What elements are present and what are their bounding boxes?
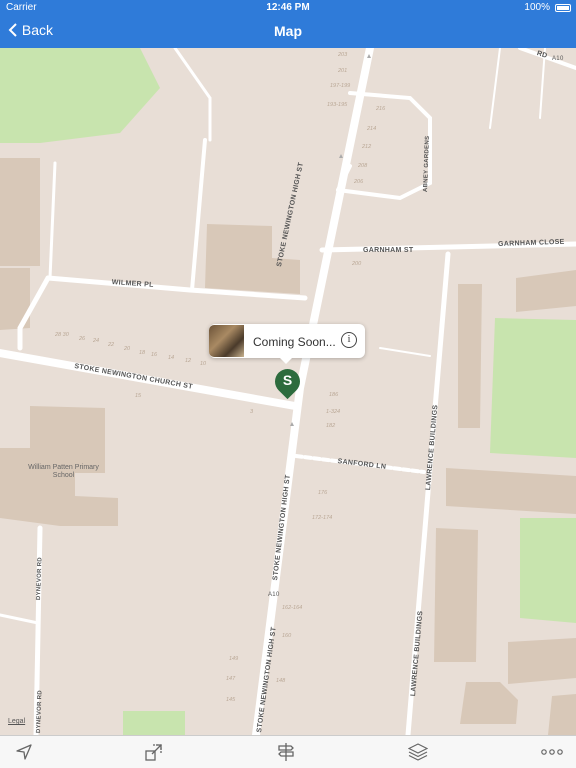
house-number: 172-174 xyxy=(312,515,333,521)
house-number: 200 xyxy=(352,261,362,267)
house-number: 203 xyxy=(338,52,348,58)
marker-letter: S xyxy=(282,372,293,388)
house-number: 20 xyxy=(124,346,131,352)
location-thumbnail xyxy=(209,325,244,357)
battery-percent: 100% xyxy=(524,2,550,13)
school-label: William Patten Primary School xyxy=(28,464,99,479)
house-number: 214 xyxy=(367,126,377,132)
house-number: 212 xyxy=(362,144,372,150)
expand-icon[interactable] xyxy=(144,742,164,762)
navigation-bar: Back Map xyxy=(0,16,576,48)
chevron-left-icon xyxy=(8,23,17,37)
house-number: 216 xyxy=(376,106,386,112)
house-number: 197-199 xyxy=(330,83,351,89)
house-number: 12 xyxy=(185,358,192,364)
house-number: 148 xyxy=(276,678,286,684)
house-number: 28 30 xyxy=(55,332,69,338)
house-number: 160 xyxy=(282,633,292,639)
house-number: 24 xyxy=(93,338,100,344)
layers-icon[interactable] xyxy=(407,742,429,762)
back-label: Back xyxy=(21,22,54,38)
location-arrow-icon[interactable] xyxy=(14,742,34,762)
status-bar: Carrier 12:46 PM 100% xyxy=(0,0,576,16)
legal-link[interactable]: Legal xyxy=(8,718,25,725)
road-number: A10 xyxy=(268,592,280,598)
house-number: 176 xyxy=(318,490,328,496)
map-view[interactable]: STOKE NEWINGTON HIGH ST STOKE NEWINGTON … xyxy=(0,48,576,735)
park-area xyxy=(123,711,185,735)
status-time: 12:46 PM xyxy=(266,2,310,13)
house-number: 3 xyxy=(250,409,254,415)
park-area xyxy=(490,318,576,458)
location-callout[interactable]: Coming Soon... i xyxy=(209,324,365,364)
house-number: 186 xyxy=(329,392,339,398)
house-number: 149 xyxy=(229,656,239,662)
location-marker[interactable]: S xyxy=(269,363,306,401)
page-title: Map xyxy=(274,23,302,39)
house-number: 14 xyxy=(168,355,175,361)
house-number: 145 xyxy=(226,697,236,703)
house-number: 162-164 xyxy=(282,605,303,611)
house-number: 1-324 xyxy=(326,409,341,415)
more-options-icon[interactable] xyxy=(540,742,564,762)
house-number: 15 xyxy=(135,393,142,399)
street-label: GARNHAM ST xyxy=(363,247,414,254)
house-number: 206 xyxy=(354,179,364,185)
house-number: 10 xyxy=(200,361,207,367)
callout-title: Coming Soon... xyxy=(253,335,336,349)
house-number: 208 xyxy=(358,163,368,169)
road-number: A10 xyxy=(552,56,564,62)
bottom-toolbar xyxy=(0,735,576,768)
house-number: 22 xyxy=(108,342,115,348)
battery-icon xyxy=(555,4,571,12)
house-number: 16 xyxy=(151,352,158,358)
signpost-icon[interactable] xyxy=(276,742,296,762)
back-button[interactable]: Back xyxy=(8,22,53,38)
house-number: 201 xyxy=(338,68,348,74)
house-number: 18 xyxy=(139,350,146,356)
house-number: 182 xyxy=(326,423,336,429)
park-area xyxy=(520,518,576,623)
info-icon[interactable]: i xyxy=(341,332,357,348)
house-number: 26 xyxy=(79,336,86,342)
house-number: 193-195 xyxy=(327,102,348,108)
house-number: 147 xyxy=(226,676,236,682)
